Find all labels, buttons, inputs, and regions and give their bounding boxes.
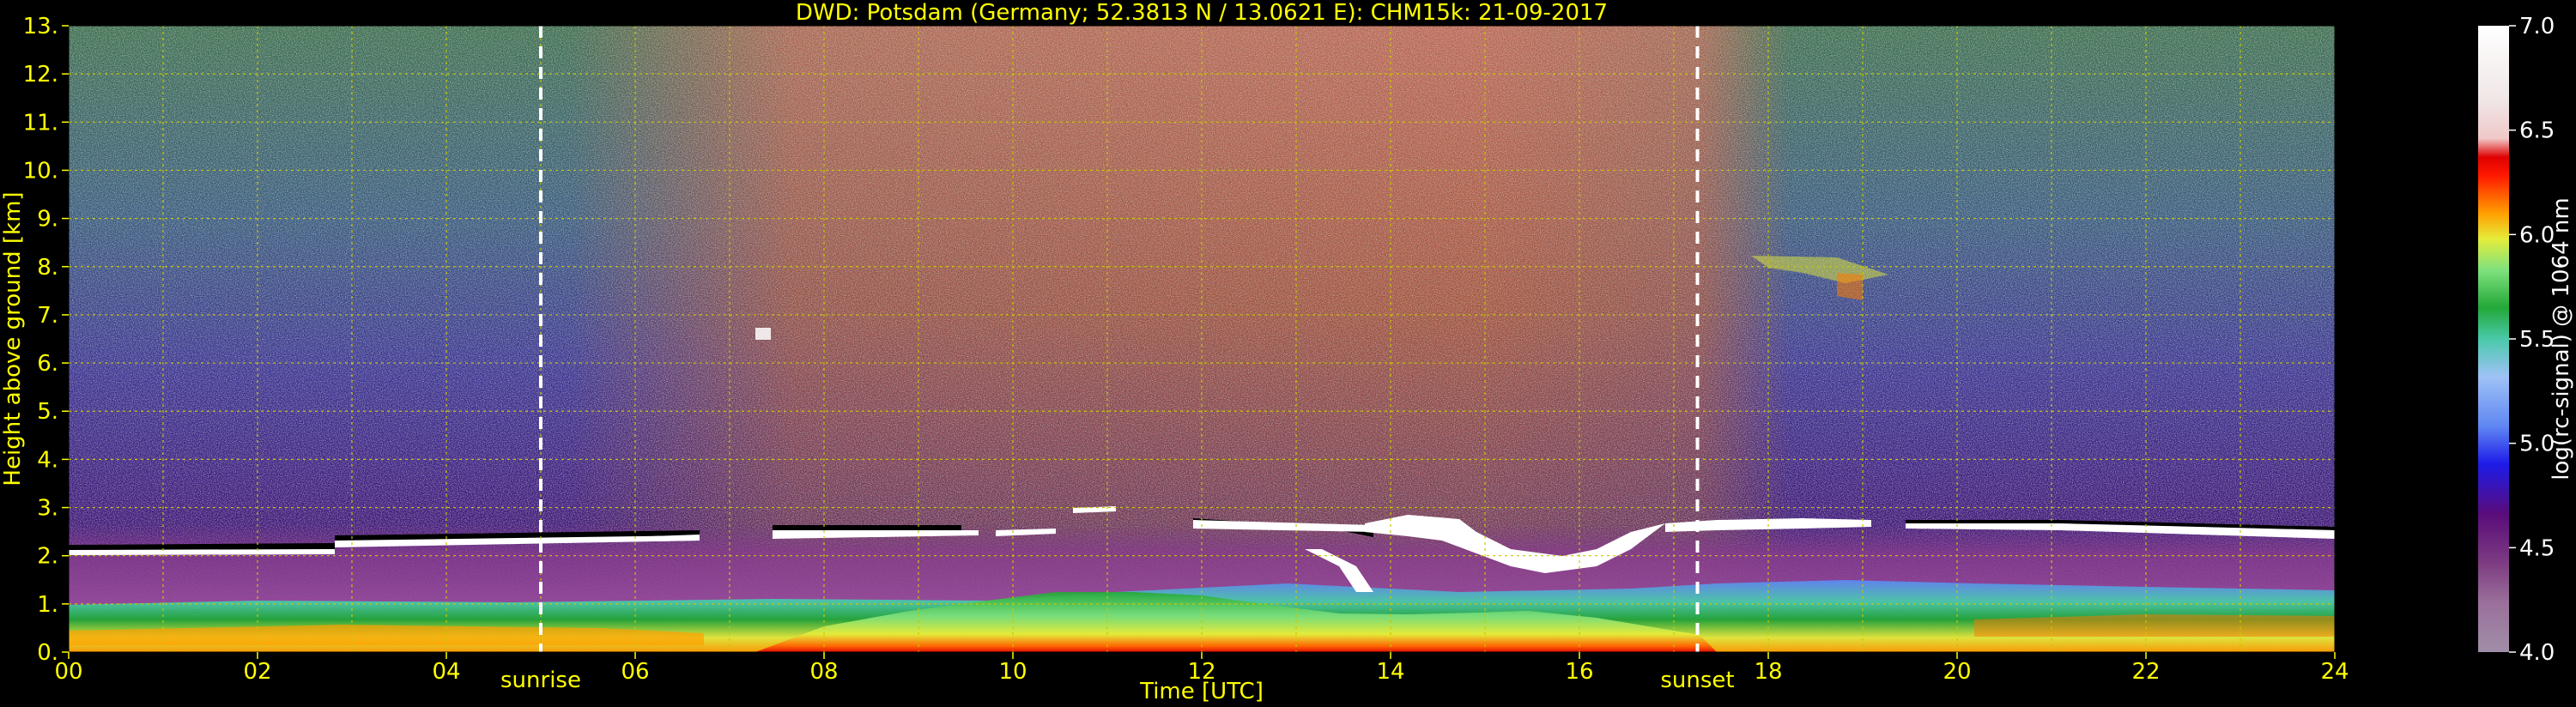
y-axis: 0.1.2.3.4.5.6.7.8.9.10.11.12.13. [23, 14, 69, 666]
colorbar-tick-label: 7.0 [2519, 14, 2555, 39]
x-tick-label: 16 [1565, 659, 1593, 685]
sunrise-label: sunrise [500, 668, 581, 693]
y-tick-label: 5. [37, 399, 58, 425]
x-tick-label: 24 [2320, 659, 2349, 685]
y-tick-label: 10. [23, 158, 58, 184]
plot-area [68, 25, 2336, 653]
y-tick-label: 11. [23, 110, 58, 136]
y-tick-label: 6. [37, 351, 58, 377]
y-tick-label: 12. [23, 62, 58, 88]
cloud-segment [69, 549, 335, 555]
x-tick-label: 04 [432, 659, 460, 685]
colorbar-tick-label: 4.0 [2519, 640, 2555, 666]
colorbar-label: log(rc-signal) @ 1064 nm [2549, 197, 2574, 480]
y-tick-label: 9. [37, 207, 58, 233]
x-tick-label: 22 [2131, 659, 2160, 685]
colorbar: 4.04.55.05.56.06.57.0 log(rc-signal) @ 1… [2478, 14, 2574, 666]
cirrus-patch [1837, 273, 1863, 300]
colorbar-tick-label: 6.5 [2519, 118, 2555, 144]
colorbar-scale [2478, 26, 2509, 652]
x-tick-label: 20 [1943, 659, 1971, 685]
x-tick-label: 02 [243, 659, 271, 685]
x-tick-label: 06 [621, 659, 649, 685]
y-tick-label: 13. [23, 14, 58, 39]
y-tick-label: 2. [37, 544, 58, 570]
y-tick-label: 4. [37, 447, 58, 473]
x-tick-label: 10 [998, 659, 1027, 685]
x-tick-label: 00 [54, 659, 82, 685]
cirrus-patch [755, 328, 771, 340]
colorbar-tick-label: 4.5 [2519, 535, 2555, 561]
x-tick-label: 14 [1376, 659, 1404, 685]
y-tick-label: 3. [37, 496, 58, 522]
chart-title: DWD: Potsdam (Germany; 52.3813 N / 13.06… [796, 0, 1608, 26]
sunset-label: sunset [1660, 668, 1734, 693]
y-tick-label: 7. [37, 303, 58, 329]
x-tick-label: 08 [809, 659, 838, 685]
y-tick-label: 8. [37, 255, 58, 281]
lidar-backscatter-figure: 0.1.2.3.4.5.6.7.8.9.10.11.12.13. 00 02 04 0… [0, 0, 2574, 704]
x-tick-label: 18 [1754, 659, 1782, 685]
y-tick-label: 1. [37, 592, 58, 618]
y-axis-label: Height above ground [km] [0, 191, 26, 486]
x-axis-label: Time [UTC] [1139, 679, 1264, 704]
